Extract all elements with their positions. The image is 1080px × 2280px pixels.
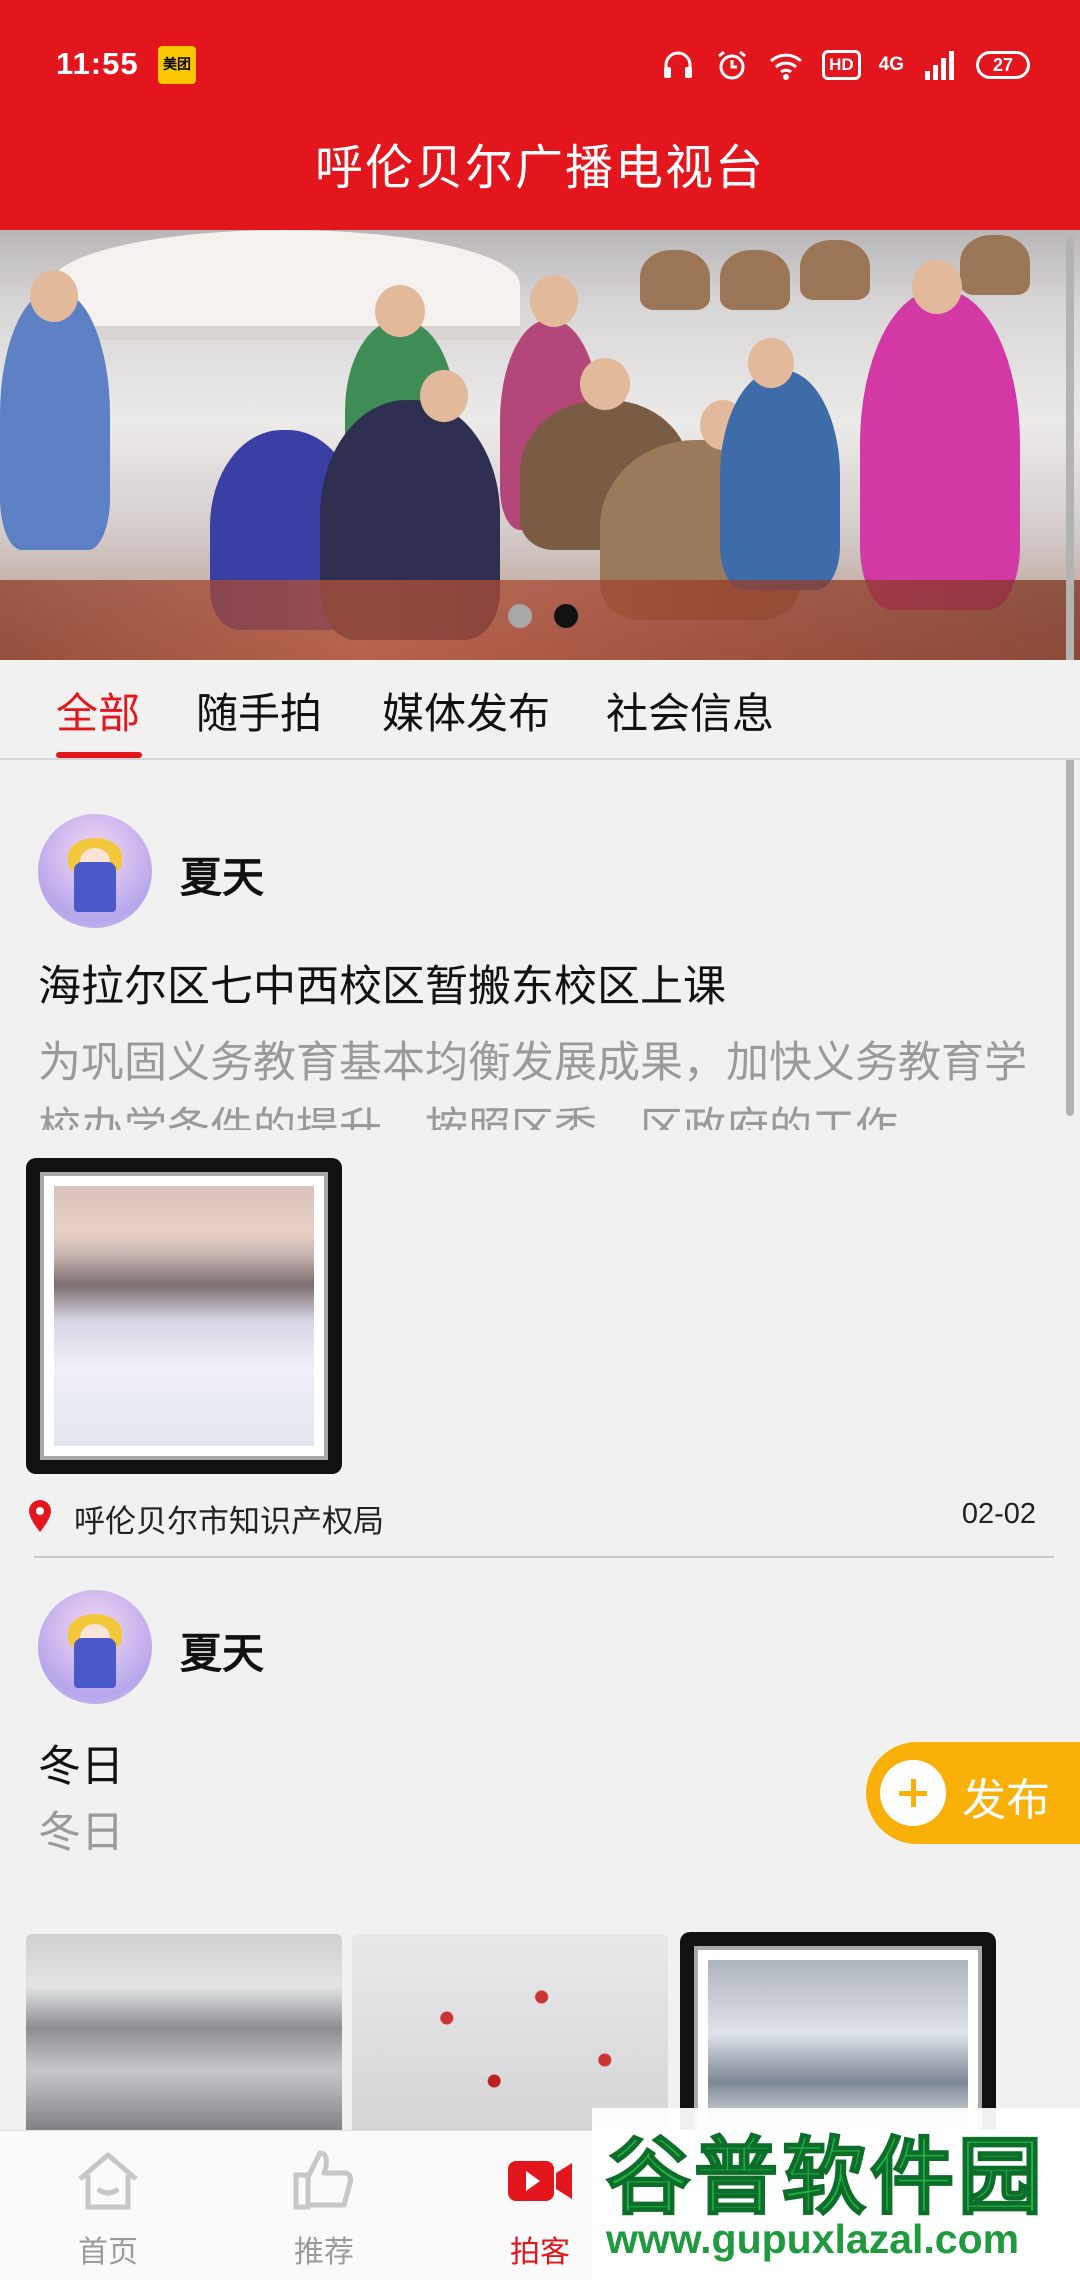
post-date: 02-02 <box>961 1498 1036 1530</box>
alarm-clock-icon <box>718 50 747 80</box>
nav-label: 推荐 <box>294 2235 354 2270</box>
nav-label: 首页 <box>78 2235 138 2270</box>
app-header: 11:55 美团 HD 4G 27 呼伦贝尔广播电视台 <box>0 0 1080 230</box>
signal-bars-icon <box>925 51 954 80</box>
nav-recommend[interactable]: 推荐 <box>234 2131 414 2280</box>
thumbs-up-icon <box>293 2150 353 2210</box>
watermark-title: 谷普软件园 <box>605 2127 1047 2227</box>
location-pin-icon <box>29 1500 51 1532</box>
post-username[interactable]: 夏天 <box>180 844 264 905</box>
post-image[interactable] <box>26 1158 342 1474</box>
carousel-indicator <box>0 604 1080 630</box>
feed-post[interactable]: 夏天 海拉尔区七中西校区暂搬东校区上课 为巩固义务教育基本均衡发展成果，加快义务… <box>0 760 1080 1560</box>
post-title[interactable]: 海拉尔区七中西校区暂搬东校区上课 <box>38 952 726 1014</box>
avatar[interactable] <box>38 1590 152 1704</box>
wifi-icon <box>770 53 803 80</box>
tab-media-release[interactable]: 媒体发布 <box>382 680 550 741</box>
carousel-dot-active[interactable] <box>554 604 578 628</box>
post-summary: 为巩固义务教育基本均衡发展成果，加快义务教育学校办学条件的提升，按照区委、区政府… <box>38 1038 1027 1130</box>
category-tabs: 全部 随手拍 媒体发布 社会信息 <box>0 660 1080 760</box>
post-title[interactable]: 冬日 <box>38 1732 124 1794</box>
nav-home[interactable]: 首页 <box>18 2131 198 2280</box>
video-camera-icon <box>508 2161 572 2201</box>
watermark: 谷普软件园 www.gupuxlazal.com <box>592 2108 1080 2280</box>
home-icon <box>78 2152 138 2210</box>
feed-post[interactable]: 夏天 冬日 冬日 <box>0 1560 1080 2232</box>
watermark-url: www.gupuxlazal.com <box>606 2216 1020 2262</box>
meituan-notification-icon: 美团 <box>158 46 196 84</box>
post-location: 呼伦贝尔市知识产权局 <box>74 1504 384 1540</box>
banner-carousel[interactable] <box>0 230 1080 660</box>
post-image[interactable] <box>26 1934 342 2144</box>
status-icons: HD 4G 27 <box>660 44 1030 86</box>
post-username[interactable]: 夏天 <box>180 1620 264 1681</box>
carousel-dot[interactable] <box>508 604 532 628</box>
avatar[interactable] <box>38 814 152 928</box>
headphones-icon <box>664 51 693 78</box>
tab-snapshots[interactable]: 随手拍 <box>196 680 322 741</box>
page-title: 呼伦贝尔广播电视台 <box>314 140 765 196</box>
status-time: 11:55 <box>56 46 139 81</box>
network-type-label: 4G <box>878 54 904 75</box>
banner-image <box>50 230 520 340</box>
post-divider <box>34 1556 1054 1558</box>
active-tab-indicator <box>56 752 142 758</box>
hd-voice-icon: HD <box>822 50 861 80</box>
status-bar: 11:55 美团 HD 4G 27 <box>0 0 1080 130</box>
publish-button-label: 发布 <box>962 1775 1050 1826</box>
plus-icon <box>880 1760 946 1826</box>
tab-social-info[interactable]: 社会信息 <box>606 680 774 741</box>
publish-button[interactable]: 发布 <box>866 1742 1080 1844</box>
battery-icon: 27 <box>976 51 1030 79</box>
tab-all[interactable]: 全部 <box>56 680 140 741</box>
